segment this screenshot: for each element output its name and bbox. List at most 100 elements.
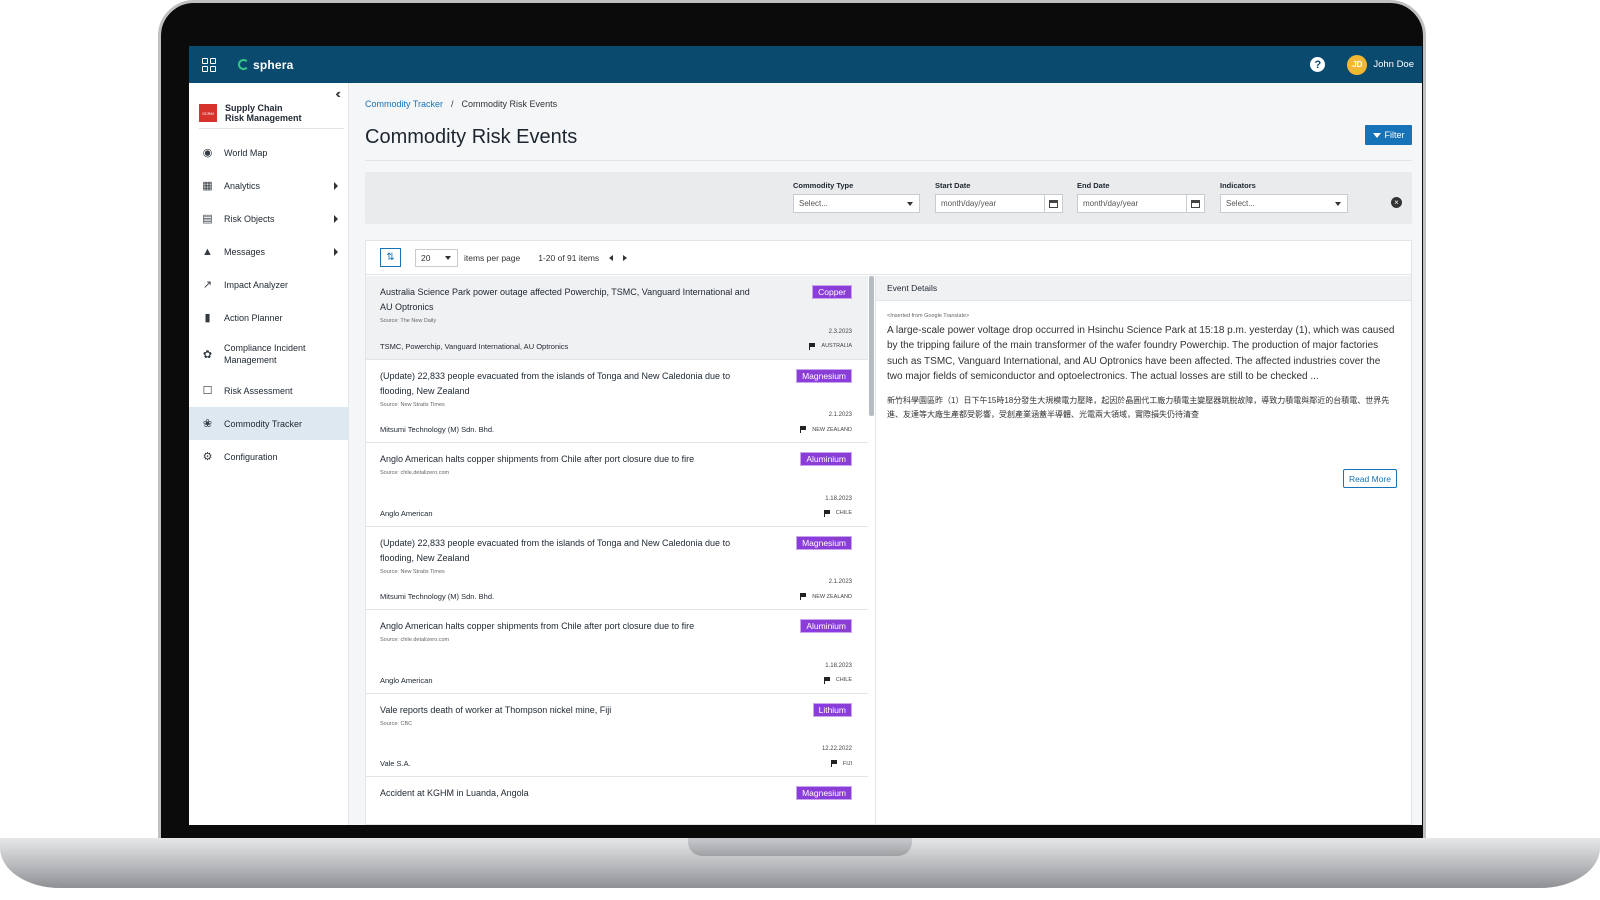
app-grid-icon[interactable]	[202, 57, 216, 72]
start-date-input[interactable]: month/day/year	[935, 194, 1063, 213]
commodity-badge: Aluminium	[800, 452, 852, 466]
laptop-notch	[688, 838, 912, 856]
commodity-badge: Aluminium	[800, 619, 852, 633]
user-area: ? JD John Doe	[1310, 54, 1414, 75]
sidebar-item-label: Messages	[224, 246, 266, 257]
event-source: Source: chile.detalizero.com	[380, 470, 450, 476]
event-country: AUSTRALIA	[809, 342, 852, 350]
table-icon: ▤	[202, 213, 213, 225]
items-per-page-label: items per page	[464, 252, 521, 263]
sidebar-item-label: Configuration	[224, 451, 278, 462]
avatar[interactable]: JD	[1347, 54, 1368, 75]
flag-icon	[809, 342, 816, 350]
sidebar: ‹‹ SCRM Supply Chain Risk Management ◉ W…	[189, 83, 349, 825]
globe-icon: ◉	[202, 147, 213, 159]
filter-button[interactable]: Filter	[1365, 125, 1412, 145]
pagination-range: 1-20 of 91 items	[538, 252, 600, 263]
event-title: Anglo American halts copper shipments fr…	[380, 621, 695, 631]
line-chart-icon: ↗	[202, 279, 213, 291]
commodity-badge: Copper	[812, 285, 852, 299]
indicators-value: Select...	[1226, 199, 1255, 208]
sidebar-item-risk-objects[interactable]: ▤ Risk Objects	[189, 202, 349, 235]
read-more-button[interactable]: Read More	[1342, 469, 1397, 488]
sidebar-item-commodity-tracker[interactable]: ❀ Commodity Tracker	[189, 407, 349, 440]
commodity-type-select[interactable]: Select...	[793, 194, 920, 213]
bar-chart-icon: ▦	[202, 180, 213, 192]
country-label: CHILE	[835, 510, 852, 516]
breadcrumb-separator: /	[451, 99, 454, 109]
commodity-type-label: Commodity Type	[793, 181, 854, 190]
indicators-select[interactable]: Select...	[1220, 194, 1348, 213]
sidebar-item-messages[interactable]: ▲ Messages	[189, 235, 349, 268]
sidebar-item-label: World Map	[224, 147, 268, 158]
sort-button[interactable]: ⇅	[380, 248, 401, 267]
event-companies: TSMC, Powerchip, Vanguard International,…	[380, 341, 569, 351]
list-item[interactable]: Vale reports death of worker at Thompson…	[366, 694, 868, 777]
items-per-page-value: 20	[421, 252, 431, 263]
event-title: (Update) 22,833 people evacuated from th…	[380, 370, 731, 396]
event-details-panel: Event Details <Inserted from Google Tran…	[875, 276, 1411, 824]
clipboard-icon: ☐	[202, 385, 213, 397]
country-label: NEW ZEALAND	[812, 426, 852, 433]
commodity-badge: Magnesium	[796, 535, 852, 550]
list-item[interactable]: Australia Science Park power outage affe…	[366, 276, 868, 360]
items-per-page-select[interactable]: 20	[415, 248, 458, 267]
event-title: (Update) 22,833 people evacuated from th…	[380, 537, 731, 563]
sidebar-item-action-planner[interactable]: ▮ Action Planner	[189, 301, 349, 334]
event-source: Source: New Straits Times	[380, 401, 445, 408]
calendar-icon[interactable]	[1186, 195, 1204, 212]
filter-button-label: Filter	[1384, 130, 1405, 140]
list-item[interactable]: (Update) 22,833 people evacuated from th…	[366, 527, 868, 610]
event-date: 2.3.2023	[828, 328, 852, 335]
brand-name: sphera	[253, 57, 294, 72]
event-description-original: 新竹科學園區昨（1）日下午15時18分發生大規模電力壓降，起因於晶圓代工廠力積電…	[887, 396, 1390, 419]
calendar-icon[interactable]	[1044, 195, 1062, 212]
clear-filters-icon[interactable]: ×	[1391, 197, 1402, 208]
list-item[interactable]: Accident at KGHM in Luanda, Angola Magne…	[366, 777, 868, 824]
sidebar-item-impact-analyzer[interactable]: ↗ Impact Analyzer	[189, 268, 349, 301]
sidebar-item-configuration[interactable]: ⚙ Configuration	[189, 440, 349, 473]
page-title: Commodity Risk Events	[365, 126, 578, 148]
country-label: NEW ZEALAND	[812, 593, 852, 600]
user-name[interactable]: John Doe	[1373, 59, 1414, 70]
event-title: Australia Science Park power outage affe…	[380, 287, 750, 312]
indicators-label: Indicators	[1220, 181, 1256, 190]
end-date-input[interactable]: month/day/year	[1077, 194, 1205, 213]
country-label: AUSTRALIA	[821, 343, 852, 349]
list-item[interactable]: Anglo American halts copper shipments fr…	[366, 610, 868, 694]
event-list: Australia Science Park power outage affe…	[366, 276, 868, 824]
collapse-sidebar-icon[interactable]: ‹‹	[335, 86, 340, 101]
app-logo: SCRM	[199, 104, 217, 122]
sidebar-item-label: Action Planner	[224, 312, 283, 323]
sidebar-item-compliance-incident-management[interactable]: ✿ Compliance Incident Management	[189, 334, 349, 374]
commodity-type-filter: Commodity Type Select...	[793, 181, 920, 213]
list-item[interactable]: Anglo American halts copper shipments fr…	[366, 443, 868, 527]
next-page-icon[interactable]	[623, 254, 628, 261]
help-icon[interactable]: ?	[1310, 57, 1326, 72]
list-item[interactable]: (Update) 22,833 people evacuated from th…	[366, 360, 868, 443]
brand-logo[interactable]: sphera	[238, 58, 294, 72]
commodity-badge: Magnesium	[796, 368, 852, 383]
breadcrumb-commodity-tracker[interactable]: Commodity Tracker	[365, 99, 443, 109]
flag-icon	[823, 676, 830, 684]
event-title: Vale reports death of worker at Thompson…	[380, 704, 612, 715]
sidebar-item-analytics[interactable]: ▦ Analytics	[189, 169, 349, 202]
start-date-filter: Start Date month/day/year	[935, 181, 1063, 213]
commodity-badge: Lithium	[812, 702, 852, 717]
event-companies: Vale S.A.	[380, 759, 411, 768]
event-source: Source: CBC	[380, 720, 413, 727]
pin-icon: ▮	[204, 312, 211, 324]
list-scrollbar[interactable]	[869, 276, 874, 416]
previous-page-icon[interactable]	[609, 254, 614, 261]
sidebar-item-label: Risk Objects	[224, 213, 275, 224]
gear-icon: ⚙	[202, 451, 213, 463]
sidebar-item-label: Impact Analyzer	[224, 279, 289, 290]
end-date-label: End Date	[1077, 181, 1110, 190]
event-date: 1.18.2023	[825, 495, 852, 502]
sidebar-item-world-map[interactable]: ◉ World Map	[189, 136, 349, 169]
sidebar-item-risk-assessment[interactable]: ☐ Risk Assessment	[189, 374, 349, 407]
event-companies: Anglo American	[380, 675, 433, 685]
event-date: 2.1.2023	[828, 412, 852, 418]
sidebar-item-label: Commodity Tracker	[224, 418, 303, 429]
chevron-right-icon	[334, 247, 338, 256]
